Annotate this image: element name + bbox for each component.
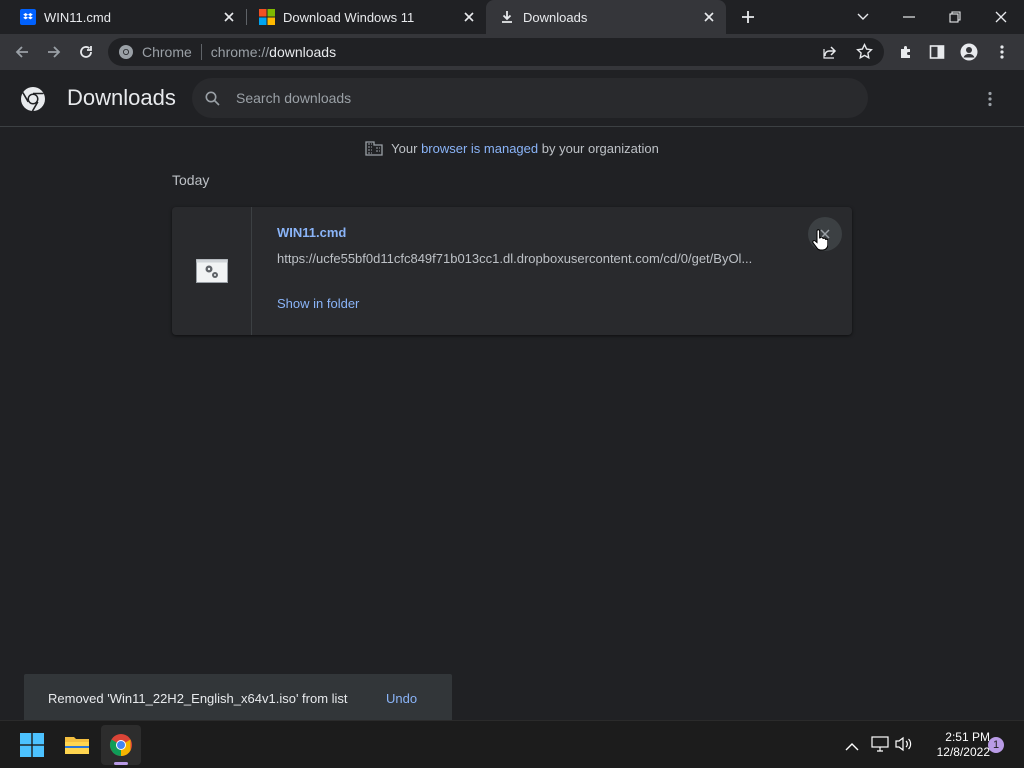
arrow-left-icon xyxy=(15,46,28,58)
removed-toast: Removed 'Win11_22H2_English_x64v1.iso' f… xyxy=(24,674,452,722)
browser-toolbar: Chrome chrome://downloads xyxy=(0,34,1024,70)
minimize-button[interactable] xyxy=(886,0,932,34)
address-bar[interactable]: Chrome chrome://downloads xyxy=(108,38,884,66)
tab-strip: WIN11.cmd Download Windows 11 Downloads xyxy=(0,0,1024,34)
tab-download-windows-11[interactable]: Download Windows 11 xyxy=(246,0,486,34)
tab-search-button[interactable] xyxy=(840,0,886,34)
forward-button[interactable] xyxy=(38,36,70,68)
url-scheme: chrome:// xyxy=(210,44,270,60)
close-window-button[interactable] xyxy=(978,0,1024,34)
close-tab-icon[interactable] xyxy=(700,8,718,26)
share-icon[interactable] xyxy=(822,44,838,63)
clock-date: 12/8/2022 xyxy=(936,745,990,759)
volume-icon[interactable] xyxy=(895,736,913,757)
dropbox-icon xyxy=(20,9,36,25)
side-panel-button[interactable] xyxy=(921,36,953,68)
chrome-icon xyxy=(119,45,133,59)
clock-time: 2:51 PM xyxy=(945,730,990,744)
extensions-button[interactable] xyxy=(890,36,922,68)
search-placeholder: Search downloads xyxy=(236,90,352,106)
download-source-url[interactable]: https://ucfe55bf0d11cfc849f71b013cc1.dl.… xyxy=(277,251,777,266)
download-file-name[interactable]: WIN11.cmd xyxy=(277,225,346,240)
file-icon xyxy=(196,259,228,288)
undo-button[interactable]: Undo xyxy=(386,691,417,706)
show-in-folder-link[interactable]: Show in folder xyxy=(277,296,359,311)
date-section-label: Today xyxy=(172,172,210,188)
toast-message: Removed 'Win11_22H2_English_x64v1.iso' f… xyxy=(48,690,348,706)
managed-link[interactable]: browser is managed xyxy=(421,141,538,156)
tab-title: WIN11.cmd xyxy=(44,9,111,25)
restore-button[interactable] xyxy=(932,0,978,34)
windows-logo-icon xyxy=(20,733,44,757)
search-icon xyxy=(205,91,220,106)
start-button[interactable] xyxy=(12,725,52,765)
chrome-taskbar-button[interactable] xyxy=(101,725,141,765)
managed-prefix: Your xyxy=(391,140,418,156)
download-icon xyxy=(499,9,515,25)
active-app-indicator xyxy=(114,762,128,765)
windows-taskbar: 2:51 PM 12/8/2022 1 xyxy=(0,720,1024,768)
microsoft-icon xyxy=(259,9,275,25)
kebab-menu-icon xyxy=(1000,45,1004,59)
reload-icon xyxy=(80,46,92,58)
more-actions-icon[interactable] xyxy=(981,90,999,113)
notification-badge[interactable]: 1 xyxy=(988,737,1004,753)
bookmark-star-icon[interactable] xyxy=(856,42,873,63)
chrome-menu-button[interactable] xyxy=(986,36,1018,68)
close-icon xyxy=(995,11,1007,23)
hand-cursor-icon xyxy=(812,229,829,256)
minimize-icon xyxy=(903,16,915,18)
site-info-chip[interactable]: Chrome xyxy=(118,44,192,60)
close-tab-icon[interactable] xyxy=(220,8,238,26)
page-title: Downloads xyxy=(67,85,176,110)
network-icon[interactable] xyxy=(871,736,889,757)
tab-win11-cmd[interactable]: WIN11.cmd xyxy=(0,0,246,34)
download-item-card: WIN11.cmd https://ucfe55bf0d11cfc849f71b… xyxy=(172,207,852,335)
side-panel-icon xyxy=(929,45,945,59)
back-button[interactable] xyxy=(6,36,38,68)
managed-suffix: by your organization xyxy=(541,140,659,156)
close-tab-icon[interactable] xyxy=(460,8,478,26)
system-clock[interactable]: 2:51 PM 12/8/2022 xyxy=(920,730,990,760)
new-tab-button[interactable] xyxy=(726,0,770,34)
profile-button[interactable] xyxy=(953,36,985,68)
file-icon-column xyxy=(172,207,252,335)
profile-icon xyxy=(960,43,978,61)
search-downloads-input[interactable]: Search downloads xyxy=(192,78,868,118)
url-host: downloads xyxy=(269,44,337,60)
arrow-right-icon xyxy=(48,46,61,58)
tab-downloads[interactable]: Downloads xyxy=(486,0,726,34)
file-explorer-button[interactable] xyxy=(57,725,97,765)
chrome-logo-icon xyxy=(20,86,46,117)
restore-icon xyxy=(949,11,961,23)
tab-title: Download Windows 11 xyxy=(283,9,415,25)
tab-title: Downloads xyxy=(523,9,588,25)
plus-icon xyxy=(742,11,754,23)
chevron-down-icon xyxy=(857,13,869,20)
downloads-header: Downloads Search downloads xyxy=(0,70,1024,127)
reload-button[interactable] xyxy=(70,36,102,68)
puzzle-icon xyxy=(901,46,910,58)
chevron-up-icon[interactable] xyxy=(845,739,859,757)
folder-icon xyxy=(65,737,89,754)
omnibox-divider xyxy=(200,44,202,60)
chrome-icon xyxy=(110,734,132,756)
managed-notice: Your browser is managed by your organiza… xyxy=(0,140,1024,156)
building-icon xyxy=(365,140,383,156)
chip-label: Chrome xyxy=(142,44,192,60)
